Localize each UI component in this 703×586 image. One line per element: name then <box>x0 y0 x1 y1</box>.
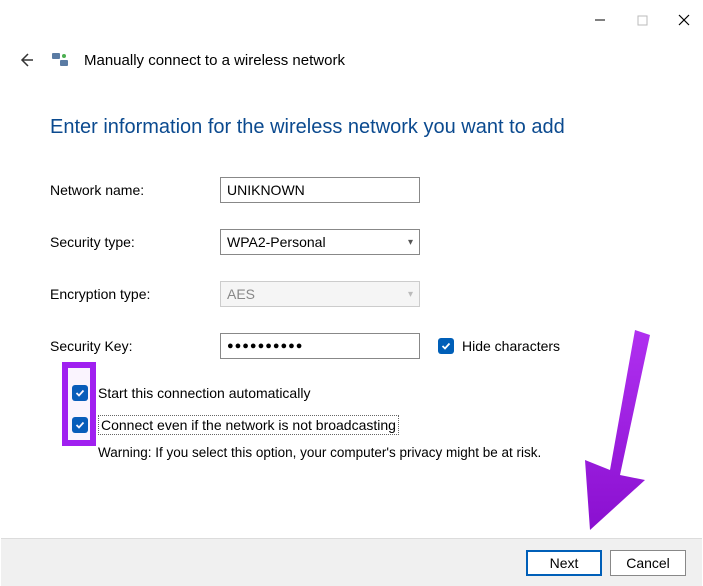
start-auto-label: Start this connection automatically <box>98 385 310 401</box>
security-type-label: Security type: <box>50 234 220 250</box>
close-button[interactable] <box>677 13 691 27</box>
warning-text: Warning: If you select this option, your… <box>98 445 653 460</box>
hide-characters-label: Hide characters <box>462 338 560 354</box>
start-auto-checkbox[interactable] <box>72 385 88 401</box>
page-heading: Enter information for the wireless netwo… <box>50 116 653 139</box>
titlebar <box>0 0 703 40</box>
row-network-name: Network name: <box>50 177 653 203</box>
row-encryption-type: Encryption type: AES ▾ <box>50 281 653 307</box>
network-name-input[interactable] <box>220 177 420 203</box>
security-type-value: WPA2-Personal <box>227 234 326 250</box>
connect-hidden-checkbox[interactable] <box>72 417 88 433</box>
row-security-type: Security type: WPA2-Personal ▾ <box>50 229 653 255</box>
minimize-button[interactable] <box>593 13 607 27</box>
next-button[interactable]: Next <box>526 550 602 576</box>
footer: Next Cancel <box>1 538 702 586</box>
content: Enter information for the wireless netwo… <box>0 80 703 460</box>
network-icon <box>50 50 70 70</box>
security-key-input[interactable]: ●●●●●●●●●● <box>220 333 420 359</box>
back-arrow-icon[interactable] <box>16 50 36 70</box>
checkbox-block: Start this connection automatically Conn… <box>50 385 653 460</box>
window-title: Manually connect to a wireless network <box>84 52 345 69</box>
chevron-down-icon: ▾ <box>408 237 413 248</box>
header: Manually connect to a wireless network <box>0 40 703 80</box>
security-key-label: Security Key: <box>50 338 220 354</box>
chevron-down-icon: ▾ <box>408 289 413 300</box>
security-type-select[interactable]: WPA2-Personal ▾ <box>220 229 420 255</box>
row-security-key: Security Key: ●●●●●●●●●● Hide characters <box>50 333 653 359</box>
encryption-type-select: AES ▾ <box>220 281 420 307</box>
cancel-button[interactable]: Cancel <box>610 550 686 576</box>
encryption-type-label: Encryption type: <box>50 286 220 302</box>
maximize-button[interactable] <box>635 13 649 27</box>
start-auto-checkbox-wrap[interactable]: Start this connection automatically <box>72 385 653 401</box>
encryption-type-value: AES <box>227 286 255 302</box>
network-name-label: Network name: <box>50 182 220 198</box>
connect-hidden-label: Connect even if the network is not broad… <box>98 415 399 435</box>
hide-characters-checkbox-wrap[interactable]: Hide characters <box>438 338 560 354</box>
connect-hidden-checkbox-wrap[interactable]: Connect even if the network is not broad… <box>72 415 653 435</box>
hide-characters-checkbox[interactable] <box>438 338 454 354</box>
